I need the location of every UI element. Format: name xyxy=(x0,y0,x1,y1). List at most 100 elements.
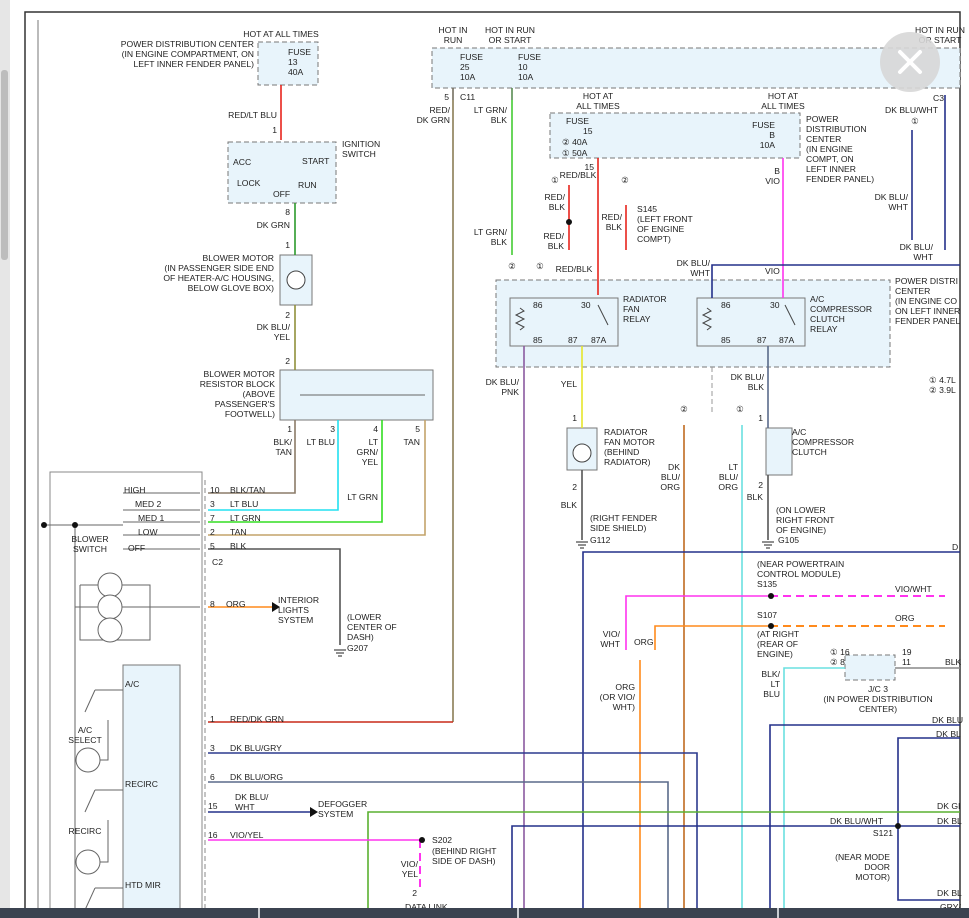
label-pin-bm-1: 1 xyxy=(285,240,290,250)
label-c2-org: ORG xyxy=(226,599,246,609)
ac-clutch-box xyxy=(765,427,793,476)
close-button[interactable] xyxy=(880,32,940,92)
label-rb-lt-grn-yel: LT GRN/YEL xyxy=(357,437,379,467)
label-blower-motor: BLOWER MOTOR (IN PASSENGER SIDE END OF HEA… xyxy=(163,253,274,293)
label-rb-tan: TAN xyxy=(403,437,420,447)
label-rb-pin5: 5 xyxy=(415,424,420,434)
label-rb-lt-blu: LT BLU xyxy=(307,437,335,447)
label-org-r: ORG xyxy=(895,613,915,623)
label-dk-bl-4: DK BL xyxy=(937,888,962,898)
label-vio-wht-2: VIO/WHT xyxy=(600,629,620,649)
label-pdc-2: POWER DISTRIBUTION CENTER (IN ENGINE COMPT, … xyxy=(806,114,874,184)
label-r2-87a: 87A xyxy=(779,335,795,345)
label-c2-tan: TAN xyxy=(230,527,247,537)
label-s135: (NEAR POWERTRAIN CONTROL MODULE) S135 xyxy=(757,559,844,589)
label-mod-recirc: RECIRC xyxy=(125,779,158,789)
label-red-blk-r: RED/BLK xyxy=(601,212,622,232)
label-yel: YEL xyxy=(561,379,577,389)
label-b-vio: B VIO xyxy=(765,166,780,186)
label-vio-yel-2: VIO/YEL xyxy=(401,859,419,879)
label-r1-85: 85 xyxy=(533,335,543,345)
label-c2-5: 5 xyxy=(210,541,215,551)
wire-dk-blu-wht-s121 xyxy=(511,825,960,918)
label-dk-blu-wht-l: DK BLU/WHT xyxy=(235,792,269,812)
label-c2-2: 2 xyxy=(210,527,215,537)
label-interior-lights: INTERIOR LIGHTS SYSTEM xyxy=(278,595,319,625)
label-org-2: ORG xyxy=(634,637,654,647)
label-fuse15-b: ① 50A xyxy=(562,148,588,158)
label-dk-blu-org-l: DK BLU/ORG xyxy=(230,772,283,782)
label-g112: G112 xyxy=(590,535,611,545)
label-dk-bl-2: DK BL xyxy=(936,729,961,739)
ground-icon xyxy=(762,541,774,549)
label-r2-86: 86 xyxy=(721,300,731,310)
label-pdc-1: POWER DISTRIBUTION CENTER (IN ENGINE COMP… xyxy=(121,39,254,69)
label-ign-lock: LOCK xyxy=(237,178,261,188)
label-jc3: J/C 3 (IN POWER DISTRIBUTION CENTER) xyxy=(823,684,932,714)
label-hot-run-start: HOT IN RUN OR START xyxy=(485,25,535,45)
label-ign-acc: ACC xyxy=(233,157,251,167)
label-red-dk-grn-2: RED/DK GRN xyxy=(417,105,451,125)
label-dk-bl-1: DK BLU xyxy=(932,715,963,725)
wire-blk-lt-blu xyxy=(783,667,845,918)
led-icon xyxy=(75,849,101,875)
label-blower-switch: BLOWER SWITCH xyxy=(71,534,108,554)
label-ign-switch: IGNITION SWITCH xyxy=(342,139,380,159)
label-dk-blu-wht-r: DK BLU/WHT xyxy=(677,258,711,278)
label-dk-blu-wht-tr2: DK BLU/WHT xyxy=(875,192,909,212)
label-c-1d: ① xyxy=(911,116,919,126)
label-jc3-pins-r: 19 11 xyxy=(902,647,912,667)
label-rb-pin1: 1 xyxy=(287,424,292,434)
label-ign-start: START xyxy=(302,156,330,166)
label-p16: 16 xyxy=(208,830,218,840)
schematic-line xyxy=(84,887,96,911)
label-red-blk-m: RED/BLK xyxy=(543,231,564,251)
label-c-1c: ① xyxy=(736,404,744,414)
label-vio-wht: VIO/WHT xyxy=(895,584,933,594)
label-dk-blu-wht-tr: DK BLU/WHT xyxy=(885,105,939,115)
label-cl-2: 2 xyxy=(758,480,763,490)
label-org-or: ORG (OR VIO/WHT) xyxy=(600,682,636,712)
label-p1: 1 xyxy=(210,714,215,724)
label-sw-off: OFF xyxy=(128,543,145,553)
label-dk-blu-org-v: DK BLU/ORG xyxy=(660,462,680,492)
label-r1-87a: 87A xyxy=(591,335,607,345)
label-dk-blu-wht-tr3: DK BLU/WHT xyxy=(900,242,934,262)
label-g105-loc: (ON LOWER RIGHT FRONT OF ENGINE) xyxy=(776,505,835,535)
label-fuse15-num: 15 xyxy=(583,126,593,136)
label-c3: C3 xyxy=(933,93,944,103)
label-c-1a: ① xyxy=(551,175,559,185)
label-vio-yel: VIO/YEL xyxy=(230,830,264,840)
label-dk-blu-pnk: DK BLU/PNK xyxy=(486,377,520,397)
wire-org-s107 xyxy=(654,625,770,650)
close-icon xyxy=(898,50,922,74)
wiring-diagram: HOT AT ALL TIMESPOWER DISTRIBUTION CENTE… xyxy=(24,11,965,918)
ground-icon xyxy=(576,541,588,549)
label-lt-grn-blk-2: LT GRN/BLK xyxy=(474,227,508,247)
label-mod-ac: A/C xyxy=(125,679,139,689)
label-blk-r: BLK xyxy=(945,657,962,667)
label-blk-lt-blu: BLK/LT BLU xyxy=(761,669,780,699)
toolbar-divider xyxy=(517,908,519,918)
label-pin-ign-8: 8 xyxy=(285,207,290,217)
label-r1-30: 30 xyxy=(581,300,591,310)
toolbar-divider xyxy=(258,908,260,918)
label-p3: 3 xyxy=(210,743,215,753)
label-s107-loc: (AT RIGHT (REAR OF ENGINE) xyxy=(757,629,800,659)
label-mod-htd-mir: HTD MIR xyxy=(125,880,161,890)
label-vio-r: VIO xyxy=(765,266,780,276)
label-dk-gr: DK GI xyxy=(937,801,960,811)
label-hot-all-1: HOT AT ALL TIMES xyxy=(243,29,319,39)
schematic-line xyxy=(84,789,96,813)
label-pdc-3: POWER DISTRI CENTER (IN ENGINE CO ON LEFT I… xyxy=(895,276,960,326)
lamp-icon xyxy=(97,572,123,598)
label-s121: S121 xyxy=(873,828,893,838)
label-c-2b: ② xyxy=(508,261,516,271)
label-g105: G105 xyxy=(778,535,799,545)
label-red-lt-blu: RED/LT BLU xyxy=(228,110,277,120)
label-s145: S145 (LEFT FRONT OF ENGINE COMPT) xyxy=(637,204,693,244)
label-c2-blk-tan: BLK/TAN xyxy=(230,485,265,495)
label-p15: 15 xyxy=(208,801,218,811)
label-g112-loc: (RIGHT FENDER SIDE SHIELD) xyxy=(590,513,657,533)
label-fm-1: 1 xyxy=(572,413,577,423)
